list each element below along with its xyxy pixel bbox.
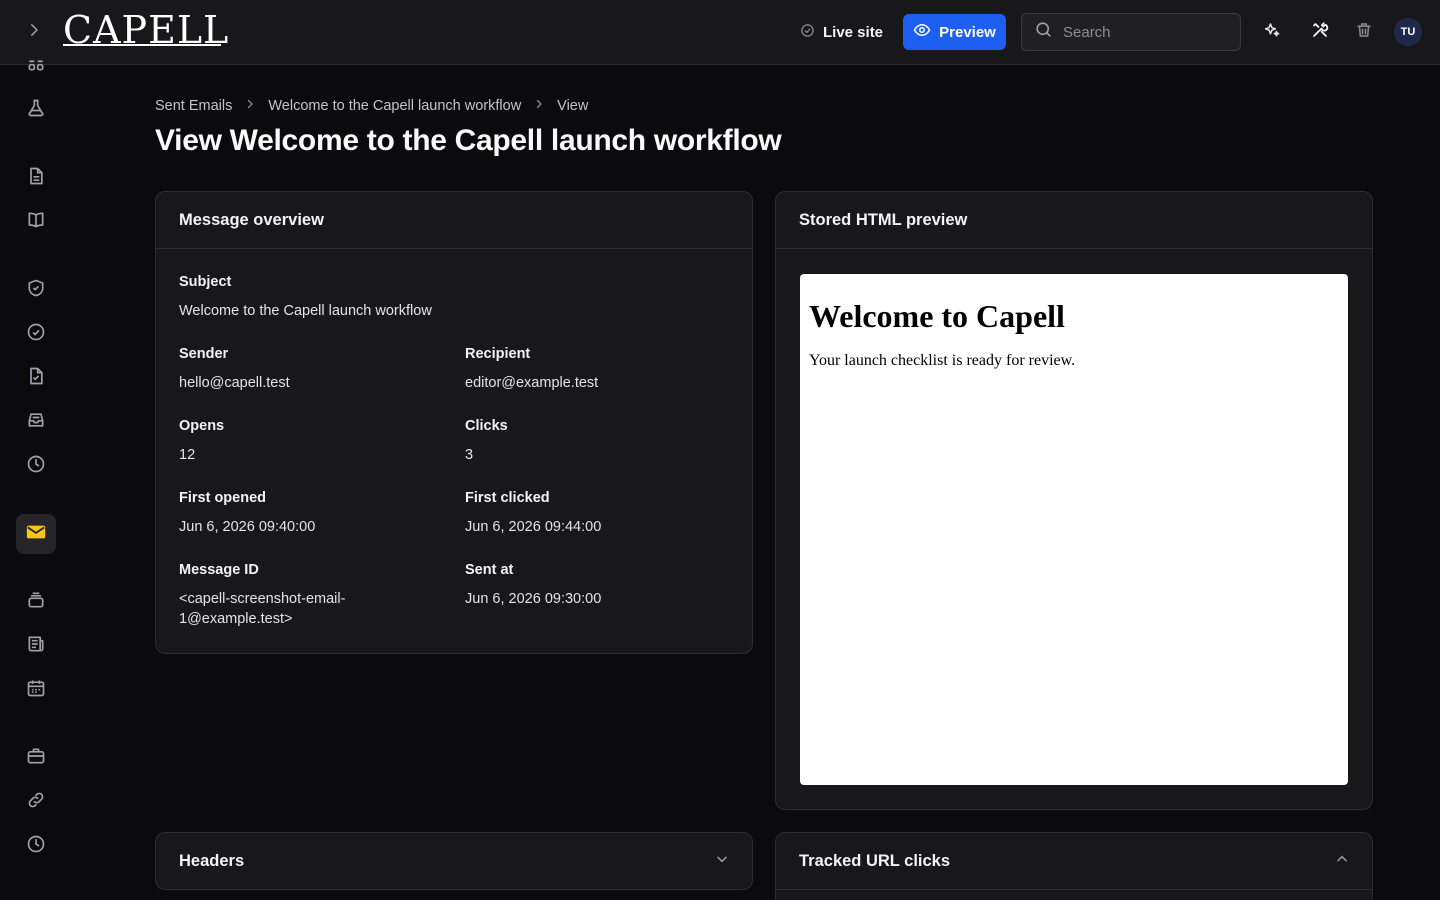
- first-clicked-label: First clicked: [465, 490, 550, 506]
- sent-at-label: Sent at: [465, 562, 514, 578]
- subject-value: Welcome to the Capell launch workflow: [179, 303, 432, 319]
- sidebar-item-apps[interactable]: [24, 58, 48, 82]
- stored-html-preview-card: Stored HTML preview Welcome to Capell Yo…: [775, 191, 1373, 810]
- breadcrumb: Sent Emails Welcome to the Capell launch…: [155, 96, 588, 116]
- ai-sparkle-button[interactable]: [1260, 20, 1284, 44]
- sidebar-item-inbox[interactable]: [24, 410, 48, 434]
- clicks-label: Clicks: [465, 418, 508, 434]
- calendar-icon: [26, 678, 46, 703]
- tools-icon: [1311, 21, 1329, 44]
- check-circle-icon: [26, 322, 46, 347]
- sidebar-item-docs[interactable]: [24, 210, 48, 234]
- opens-value: 12: [179, 447, 196, 463]
- sidebar-item-calendar[interactable]: [24, 678, 48, 702]
- sidebar-toggle-button[interactable]: [20, 18, 48, 46]
- logo-underline: [63, 44, 221, 46]
- sidebar-item-security[interactable]: [24, 278, 48, 302]
- briefcase-icon: [26, 746, 46, 771]
- sidebar-item-approvals[interactable]: [24, 322, 48, 346]
- live-site-link[interactable]: Live site: [800, 20, 883, 44]
- tracked-url-clicks-title: Tracked URL clicks: [799, 851, 951, 870]
- preview-body: Your launch checklist is ready for revie…: [809, 352, 1076, 369]
- subject-label: Subject: [179, 274, 232, 290]
- chevron-down-icon: [715, 852, 729, 871]
- sidebar-item-lab[interactable]: [24, 98, 48, 122]
- stack-icon: [26, 590, 46, 615]
- sender-label: Sender: [179, 346, 229, 362]
- first-opened-value: Jun 6, 2026 09:40:00: [179, 519, 316, 535]
- page-title: View Welcome to the Capell launch workfl…: [155, 124, 782, 157]
- preview-button[interactable]: Preview: [903, 14, 1006, 50]
- delete-button[interactable]: [1352, 20, 1376, 44]
- trash-icon: [1355, 21, 1373, 44]
- chevron-right-icon: [25, 21, 43, 44]
- headers-section[interactable]: Headers: [155, 832, 753, 890]
- chevron-right-icon: [533, 98, 545, 114]
- message-overview-card: Message overview Subject Welcome to the …: [155, 191, 753, 654]
- tracked-url-clicks-toggle[interactable]: Tracked URL clicks: [776, 833, 1372, 890]
- sidebar-item-reviews[interactable]: [24, 366, 48, 390]
- sidebar-item-links[interactable]: [24, 790, 48, 814]
- inbox-icon: [26, 410, 46, 435]
- html-preview-frame[interactable]: Welcome to Capell Your launch checklist …: [800, 274, 1348, 785]
- sidebar-item-pages[interactable]: [24, 166, 48, 190]
- sidebar-item-news[interactable]: [24, 634, 48, 658]
- tools-button[interactable]: [1308, 20, 1332, 44]
- sidebar-item-schedule[interactable]: [24, 454, 48, 478]
- sender-value: hello@capell.test: [179, 375, 290, 391]
- breadcrumb-view: View: [557, 98, 589, 114]
- document-icon: [26, 166, 46, 191]
- check-circle-icon: [800, 23, 815, 42]
- search-icon: [1034, 20, 1053, 44]
- opens-label: Opens: [179, 418, 225, 434]
- breadcrumb-record[interactable]: Welcome to the Capell launch workflow: [268, 98, 521, 114]
- recipient-value: editor@example.test: [465, 375, 599, 391]
- top-bar: CAPELL Live site Preview TU: [0, 0, 1440, 65]
- first-opened-label: First opened: [179, 490, 267, 506]
- flask-icon: [26, 98, 46, 123]
- chevron-right-icon: [244, 98, 256, 114]
- newspaper-icon: [26, 634, 46, 659]
- stored-html-preview-title: Stored HTML preview: [776, 192, 1372, 249]
- sidebar-item-history[interactable]: [24, 834, 48, 858]
- avatar[interactable]: TU: [1394, 18, 1422, 46]
- tracked-url-clicks-section: Tracked URL clicks: [775, 832, 1373, 900]
- search-box[interactable]: [1021, 13, 1241, 51]
- first-clicked-value: Jun 6, 2026 09:44:00: [465, 519, 602, 535]
- mail-icon: [25, 521, 47, 548]
- sent-at-value: Jun 6, 2026 09:30:00: [465, 591, 602, 607]
- recipient-label: Recipient: [465, 346, 531, 362]
- sparkle-icon: [1263, 21, 1281, 44]
- sidebar-item-jobs[interactable]: [24, 746, 48, 770]
- message-overview-title: Message overview: [156, 192, 752, 249]
- clock-icon: [26, 454, 46, 479]
- preview-heading: Welcome to Capell: [809, 298, 1065, 334]
- file-check-icon: [26, 366, 46, 391]
- sidebar-item-sent-emails[interactable]: [24, 522, 48, 546]
- history-icon: [26, 834, 46, 859]
- headers-section-toggle[interactable]: Headers: [156, 833, 752, 889]
- shield-check-icon: [26, 278, 46, 303]
- search-input[interactable]: [1063, 23, 1223, 41]
- chevron-up-icon: [1335, 852, 1349, 871]
- breadcrumb-sent-emails[interactable]: Sent Emails: [155, 98, 232, 114]
- link-icon: [26, 790, 46, 815]
- message-id-value: <capell-screenshot-email-1@example.test>: [179, 591, 346, 627]
- headers-title: Headers: [179, 852, 245, 870]
- live-site-label: Live site: [823, 23, 884, 41]
- book-icon: [26, 210, 46, 235]
- apps-icon: [26, 58, 46, 83]
- message-id-label: Message ID: [179, 562, 259, 578]
- clicks-value: 3: [465, 447, 474, 463]
- eye-icon: [913, 21, 931, 43]
- preview-label: Preview: [939, 23, 996, 41]
- sidebar-item-collections[interactable]: [24, 590, 48, 614]
